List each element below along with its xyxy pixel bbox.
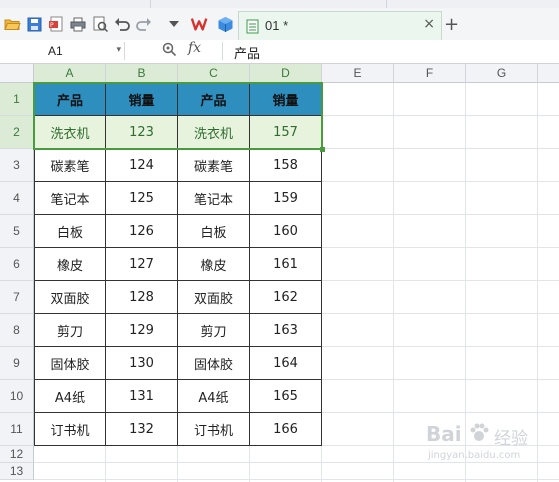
- column-header-f[interactable]: F: [394, 64, 466, 83]
- document-tab[interactable]: 01 * ×: [238, 11, 442, 40]
- baidu-watermark: Bai 经验 jingyan.baidu.com: [424, 418, 554, 468]
- table-cell[interactable]: 白板: [34, 215, 106, 248]
- row-header-9[interactable]: 9: [0, 347, 34, 380]
- watermark-brand: Bai: [426, 422, 462, 446]
- column-header-a[interactable]: A: [34, 64, 106, 83]
- table-cell[interactable]: A4纸: [34, 380, 106, 413]
- table-cell[interactable]: 笔记本: [34, 182, 106, 215]
- name-box-value: A1: [48, 44, 63, 58]
- paw-icon: [470, 423, 489, 441]
- new-tab-button[interactable]: +: [444, 16, 459, 34]
- column-header-c[interactable]: C: [178, 64, 250, 83]
- table-cell[interactable]: 双面胶: [178, 281, 250, 314]
- column-header-g[interactable]: G: [466, 64, 538, 83]
- zoom-search-icon[interactable]: [162, 42, 177, 61]
- print-icon[interactable]: [69, 15, 87, 33]
- row-header-12[interactable]: 12: [0, 446, 34, 463]
- spreadsheet-doc-icon: [246, 19, 259, 38]
- print-preview-icon[interactable]: [91, 15, 109, 33]
- export-pdf-icon[interactable]: P: [47, 15, 65, 33]
- table-cell[interactable]: 127: [106, 248, 178, 281]
- redo-icon[interactable]: [135, 15, 153, 33]
- close-tab-icon[interactable]: ×: [423, 16, 435, 32]
- table-cell[interactable]: 剪刀: [178, 314, 250, 347]
- fill-handle[interactable]: [320, 147, 325, 152]
- table-cell[interactable]: 橡皮: [34, 248, 106, 281]
- row-header-10[interactable]: 10: [0, 380, 34, 413]
- row-header-1[interactable]: 1: [0, 83, 34, 116]
- row-header-2[interactable]: 2: [0, 116, 34, 149]
- selection-outline: [33, 82, 323, 150]
- table-cell[interactable]: 固体胶: [178, 347, 250, 380]
- tab-title: 01 *: [265, 18, 289, 33]
- table-cell[interactable]: 橡皮: [178, 248, 250, 281]
- select-all-corner[interactable]: [0, 64, 34, 83]
- row-header-7[interactable]: 7: [0, 281, 34, 314]
- column-header-filler: [538, 64, 559, 83]
- table-cell[interactable]: 124: [106, 149, 178, 182]
- svg-text:P: P: [50, 22, 54, 29]
- table-cell[interactable]: 碳素笔: [178, 149, 250, 182]
- column-header-b[interactable]: B: [106, 64, 178, 83]
- table-cell[interactable]: 158: [250, 149, 322, 182]
- table-cell[interactable]: A4纸: [178, 380, 250, 413]
- table-cell[interactable]: 160: [250, 215, 322, 248]
- table-cell[interactable]: 164: [250, 347, 322, 380]
- table-cell[interactable]: 125: [106, 182, 178, 215]
- table-cell[interactable]: 131: [106, 380, 178, 413]
- table-cell[interactable]: 白板: [178, 215, 250, 248]
- table-cell[interactable]: 130: [106, 347, 178, 380]
- table-cell[interactable]: 129: [106, 314, 178, 347]
- row-header-8[interactable]: 8: [0, 314, 34, 347]
- table-cell[interactable]: 128: [106, 281, 178, 314]
- wps-logo-icon[interactable]: [191, 15, 209, 33]
- dropdown-icon[interactable]: [165, 15, 183, 33]
- save-icon[interactable]: [25, 15, 43, 33]
- table-cell[interactable]: 双面胶: [34, 281, 106, 314]
- row-header-11[interactable]: 11: [0, 413, 34, 446]
- row-header-6[interactable]: 6: [0, 248, 34, 281]
- column-header-d[interactable]: D: [250, 64, 322, 83]
- row-header-13[interactable]: 13: [0, 463, 34, 480]
- table-cell[interactable]: 固体胶: [34, 347, 106, 380]
- table-cell[interactable]: 163: [250, 314, 322, 347]
- chevron-down-icon[interactable]: ▾: [116, 44, 121, 55]
- gridline: [393, 83, 394, 482]
- table-cell[interactable]: 166: [250, 413, 322, 446]
- table-cell[interactable]: 162: [250, 281, 322, 314]
- table-cell[interactable]: 剪刀: [34, 314, 106, 347]
- undo-icon[interactable]: [113, 15, 131, 33]
- formula-bar: A1 ▾ fx 产品: [0, 40, 559, 64]
- open-folder-icon[interactable]: [3, 15, 21, 33]
- quick-access-toolbar: P 01 * × +: [0, 8, 559, 41]
- table-cell[interactable]: 订书机: [34, 413, 106, 446]
- row-header-5[interactable]: 5: [0, 215, 34, 248]
- column-header-e[interactable]: E: [322, 64, 394, 83]
- watermark-url: jingyan.baidu.com: [428, 450, 521, 461]
- cube-icon[interactable]: [216, 15, 234, 33]
- table-cell[interactable]: 165: [250, 380, 322, 413]
- table-cell[interactable]: 订书机: [178, 413, 250, 446]
- table-cell[interactable]: 159: [250, 182, 322, 215]
- row-header-3[interactable]: 3: [0, 149, 34, 182]
- row-header-4[interactable]: 4: [0, 182, 34, 215]
- formula-input[interactable]: 产品: [234, 43, 260, 62]
- table-cell[interactable]: 161: [250, 248, 322, 281]
- watermark-suffix: 经验: [494, 429, 528, 449]
- gridline: [34, 479, 559, 480]
- table-cell[interactable]: 132: [106, 413, 178, 446]
- name-box[interactable]: A1 ▾: [2, 42, 125, 60]
- table-cell[interactable]: 碳素笔: [34, 149, 106, 182]
- table-cell[interactable]: 126: [106, 215, 178, 248]
- table-cell[interactable]: 笔记本: [178, 182, 250, 215]
- insert-function-button[interactable]: fx: [188, 40, 201, 56]
